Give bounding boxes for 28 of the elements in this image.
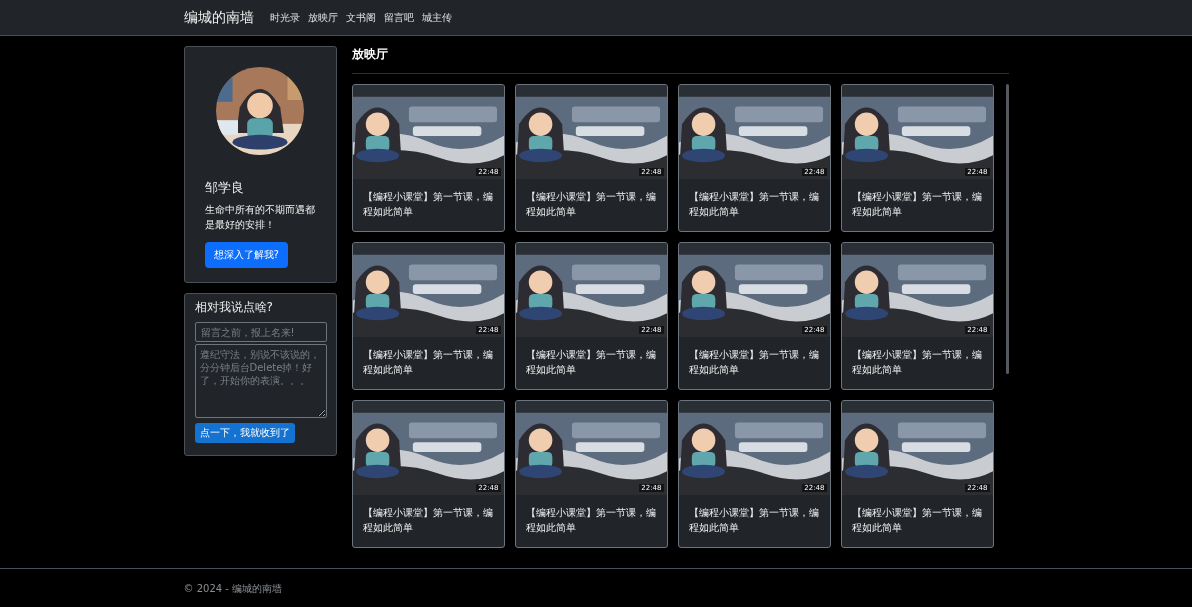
video-title[interactable]: 【编程小课堂】第一节课，编程如此简单 [678, 495, 830, 545]
scrollbar[interactable] [1005, 84, 1009, 374]
brand-link[interactable]: 编城的南墙 [183, 8, 254, 27]
nav-link[interactable]: 城主传 [417, 10, 456, 25]
video-title[interactable]: 【编程小课堂】第一节课，编程如此简单 [678, 179, 830, 229]
video-title[interactable]: 【编程小课堂】第一节课，编程如此简单 [515, 179, 667, 229]
section-title: 放映厅 [351, 46, 1009, 74]
video-title[interactable]: 【编程小课堂】第一节课，编程如此简单 [352, 495, 504, 545]
video-title[interactable]: 【编程小课堂】第一节课，编程如此简单 [678, 337, 830, 387]
submit-button[interactable]: 点一下，我就收到了 [194, 423, 295, 443]
video-title[interactable]: 【编程小课堂】第一节课，编程如此简单 [352, 179, 504, 229]
about-button[interactable]: 想深入了解我? [204, 242, 288, 268]
profile-motto: 生命中所有的不期而遇都是最好的安排！ [204, 203, 316, 232]
video-title[interactable]: 【编程小课堂】第一节课，编程如此简单 [841, 337, 993, 387]
video-title[interactable]: 【编程小课堂】第一节课，编程如此简单 [841, 495, 993, 545]
nav-link[interactable]: 放映厅 [303, 10, 342, 25]
video-title[interactable]: 【编程小课堂】第一节课，编程如此简单 [515, 495, 667, 545]
form-title: 相对我说点啥? [194, 299, 274, 316]
name-field[interactable]: 留言之前，报上名来! [194, 322, 327, 342]
nav-link[interactable]: 时光录 [265, 10, 304, 25]
nav-link[interactable]: 留言吧 [379, 10, 418, 25]
nav-link[interactable]: 文书阁 [341, 10, 380, 25]
video-title[interactable]: 【编程小课堂】第一节课，编程如此简单 [515, 337, 667, 387]
video-title[interactable]: 【编程小课堂】第一节课，编程如此简单 [841, 179, 993, 229]
copyright-text: © 2024 - 编城的南墙 [183, 582, 283, 596]
message-field[interactable]: 遵纪守法，别说不该说的，分分钟后台Delete掉！好了，开始你的表演。。。 [194, 344, 327, 418]
video-title[interactable]: 【编程小课堂】第一节课，编程如此简单 [352, 337, 504, 387]
profile-name: 邹学良 [204, 179, 245, 197]
